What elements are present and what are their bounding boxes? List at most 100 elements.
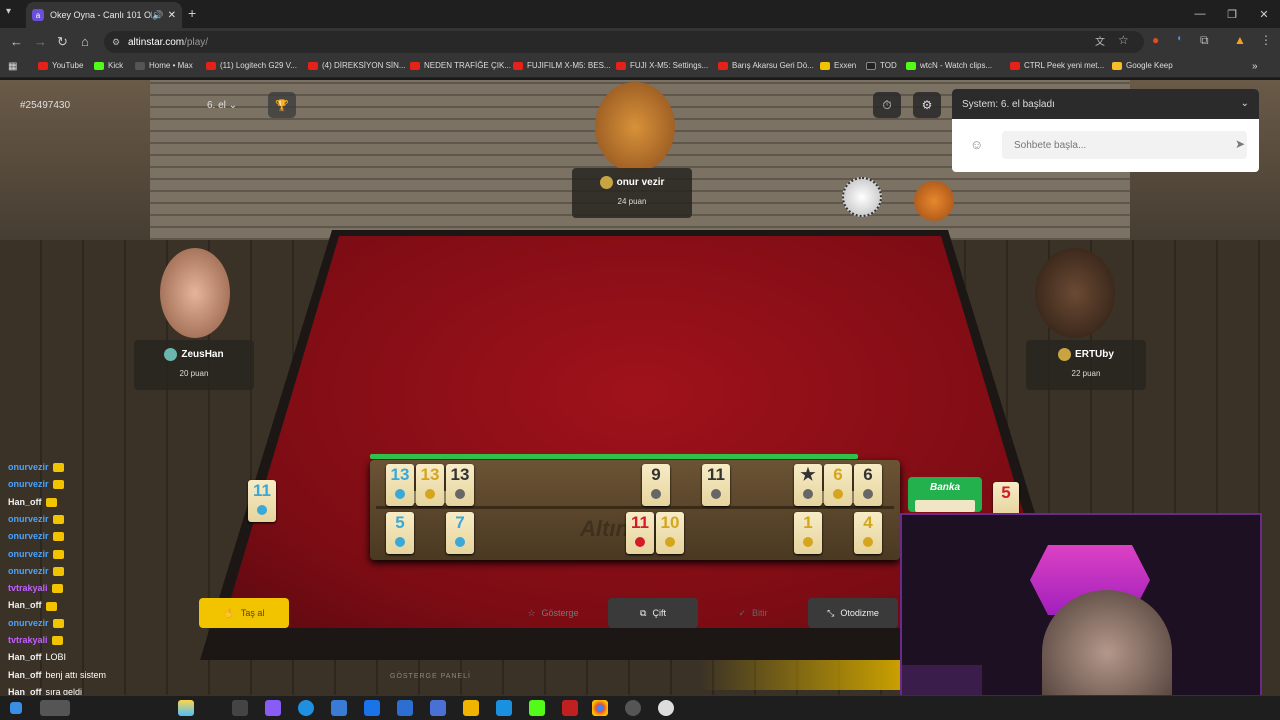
rack-divider [376,506,894,509]
restore-icon[interactable]: ❐ [1216,0,1248,28]
url-path: /play/ [184,36,209,48]
gosterge-panel-label[interactable]: GÖSTERGE PANELİ [390,673,471,680]
rack-tile[interactable]: 11 [626,512,654,554]
tab-search-icon[interactable]: ▾ [6,6,11,17]
home-icon[interactable]: ⌂ [81,34,89,49]
bookmark-item[interactable]: (4) DİREKSİYON SİN... [308,61,406,70]
extension-icon[interactable]: ◖ [1176,33,1182,44]
app-icon[interactable] [265,700,281,716]
bookmark-item[interactable]: FUJIFILM X-M5: BES... [513,61,611,70]
rack-tile[interactable]: 13 [446,464,474,506]
more-bookmarks-icon[interactable]: » [1252,61,1258,72]
site-info-icon[interactable]: ⚙ [112,37,120,48]
bookmark-star-icon[interactable]: ☆ [1118,33,1129,47]
tile-number: 9 [651,465,661,484]
tile-dot [803,489,813,499]
browser-tab[interactable]: a Okey Oyna - Canlı 101 Okey 🔊 ✕ [26,2,182,28]
apps-grid-icon[interactable]: ▦ [8,61,17,72]
settings-gear-icon[interactable]: ⚙ [913,92,941,118]
bookmark-item[interactable]: wtcN - Watch clips... [906,61,992,70]
app-icon[interactable] [658,700,674,716]
bookmark-item[interactable]: YouTube [38,61,83,70]
windows-start-icon[interactable] [10,702,22,714]
rack-tile[interactable]: 5 [386,512,414,554]
site-favicon-icon: a [32,9,44,21]
cift-button[interactable]: ⧉ Çift [608,598,698,628]
close-window-icon[interactable]: ✕ [1248,0,1280,28]
new-tab-icon[interactable]: + [188,5,196,21]
send-icon[interactable]: ➤ [1235,137,1245,151]
rack-tile[interactable]: 9 [642,464,670,506]
url-bar[interactable]: altinstar.com/play/ [104,31,1144,53]
chat-username: Han_off [8,669,42,680]
bookmark-label: Google Keep [1126,61,1173,70]
store-icon[interactable] [331,700,347,716]
rack-tile[interactable]: 6 [824,464,852,506]
chat-header[interactable]: System: 6. el başladı ⌄ [952,89,1259,119]
app-icon[interactable] [397,700,413,716]
rack-tile[interactable]: 7 [446,512,474,554]
rack-tile[interactable]: 13 [416,464,444,506]
trophy-icon[interactable]: 🏆 [268,92,296,118]
emoji-icon[interactable]: ☺ [970,137,983,152]
gosterge-button[interactable]: ☆ Gösterge [508,598,598,628]
player-points: 24 puan [617,197,647,206]
back-icon[interactable]: ← [10,34,23,49]
emote-icon [52,549,64,559]
file-explorer-icon[interactable] [463,700,479,716]
menu-icon[interactable]: ⋮ [1260,33,1272,47]
profile-icon[interactable]: ▲ [1234,33,1246,47]
mail-icon[interactable] [364,700,380,716]
task-view-icon[interactable] [232,700,248,716]
speaker-icon[interactable]: 🔊 [152,10,163,21]
minimize-icon[interactable]: — [1184,0,1216,28]
round-label: 6. el [207,100,226,111]
search-icon[interactable] [40,700,70,716]
extensions-puzzle-icon[interactable]: ⧉ [1200,33,1209,48]
tab-close-icon[interactable]: ✕ [168,10,176,21]
app-icon[interactable] [562,700,578,716]
bookmark-label: Home • Max [149,61,193,70]
bookmark-item[interactable]: NEDEN TRAFİĞE ÇIK... [410,61,511,70]
bookmark-item[interactable]: Google Keep [1112,61,1173,70]
chrome-icon[interactable] [592,700,608,716]
bookmark-item[interactable]: Exxen [820,61,856,70]
extension-icon[interactable]: ● [1152,33,1159,47]
rack-tile[interactable]: 10 [656,512,684,554]
tas-al-button[interactable]: ✋ Taş al [199,598,289,628]
bookmark-item[interactable]: CTRL Peek yeni met... [1010,61,1104,70]
steam-icon[interactable] [625,700,641,716]
chat-username: onurvezir [8,513,49,524]
edge-icon[interactable] [298,700,314,716]
rack-tile[interactable]: ★ [794,464,822,506]
url-domain: altinstar.com [128,36,185,48]
rack-tile[interactable]: 11 [702,464,730,506]
chat-input[interactable]: Sohbete başla... [1002,131,1247,159]
copilot-icon[interactable] [178,700,194,716]
bookmark-item[interactable]: Barış Akarsu Geri Dö... [718,61,814,70]
forward-icon[interactable]: → [34,34,47,49]
kick-icon[interactable] [529,700,545,716]
translate-icon[interactable]: 文 [1095,33,1105,48]
otodizme-button[interactable]: ⤡ Otodizme [808,598,898,628]
rack-tile[interactable]: 4 [854,512,882,554]
bookmark-item[interactable]: TOD [866,61,897,70]
bookmark-item[interactable]: Kick [94,61,123,70]
tile-dot [395,537,405,547]
tile-number: 13 [420,465,440,484]
bitir-button[interactable]: ✓ Bitir [718,598,788,628]
reload-icon[interactable]: ↻ [57,34,68,50]
chevron-down-icon[interactable]: ⌄ [1241,98,1249,109]
rack-tile[interactable]: 6 [854,464,882,506]
rack-tile[interactable]: 1 [794,512,822,554]
bookmark-item[interactable]: Home • Max [135,61,193,70]
rack-tile[interactable]: 13 [386,464,414,506]
discard-tile[interactable]: 11 [248,480,276,522]
timer-icon[interactable]: ⏱ [873,92,901,118]
round-selector[interactable]: 6. el ⌄ [207,100,237,111]
bookmark-item[interactable]: (11) Logitech G29 V... [206,61,297,70]
side-tile[interactable]: 5 [993,482,1019,516]
app-icon[interactable] [430,700,446,716]
app-icon[interactable] [496,700,512,716]
bookmark-item[interactable]: FUJI X-M5: Settings... [616,61,708,70]
